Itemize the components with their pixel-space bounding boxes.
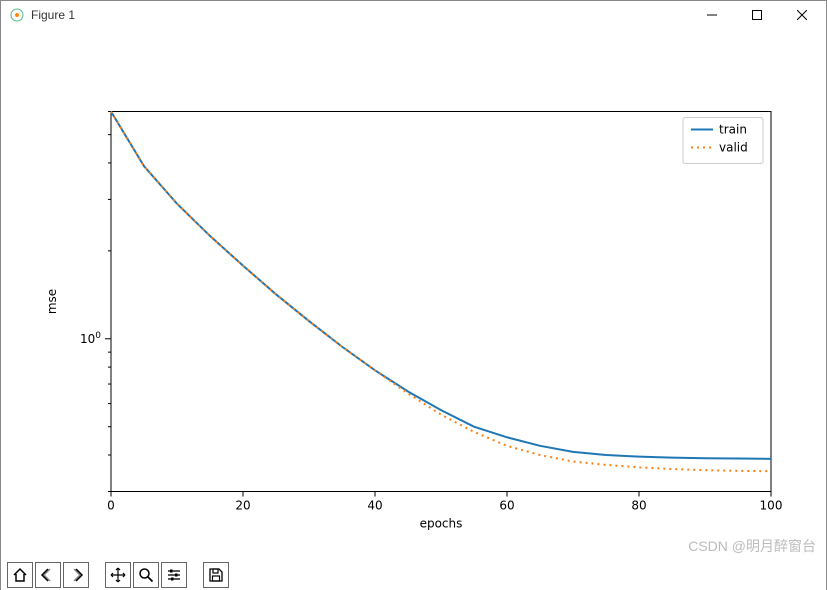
svg-text:60: 60 [499,499,514,513]
svg-text:100: 100 [80,331,101,346]
forward-button[interactable] [63,562,89,588]
app-icon [9,7,25,23]
series [111,112,771,472]
svg-text:100: 100 [760,499,783,513]
titlebar: Figure 1 [1,1,826,29]
configure-button[interactable] [161,562,187,588]
legend: train valid [683,118,763,164]
svg-text:40: 40 [367,499,382,513]
svg-text:train: train [719,123,747,137]
maximize-button[interactable] [734,1,779,29]
minimize-button[interactable] [689,1,734,29]
back-button[interactable] [35,562,61,588]
svg-text:mse: mse [45,289,59,314]
zoom-button[interactable] [133,562,159,588]
toolbar [1,560,826,590]
save-button[interactable] [203,562,229,588]
svg-text:0: 0 [107,499,115,513]
svg-text:epochs: epochs [420,517,463,531]
chart-svg: 0 20 40 60 80 100 epochs 100 mse train valid [1,29,826,560]
svg-text:20: 20 [235,499,250,513]
plot-canvas: 020406080100epochs100mse trainvalid CSDN… [1,29,826,560]
pan-button[interactable] [105,562,131,588]
axes: 0 20 40 60 80 100 epochs 100 mse [45,112,782,531]
window-title: Figure 1 [31,8,689,22]
svg-text:valid: valid [719,141,748,155]
svg-text:80: 80 [631,499,646,513]
close-button[interactable] [779,1,824,29]
home-button[interactable] [7,562,33,588]
